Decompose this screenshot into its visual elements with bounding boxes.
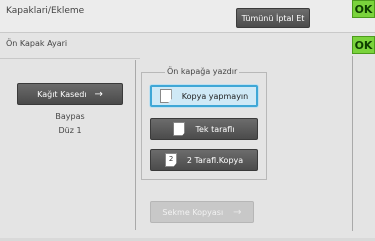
blank-page-icon [159,89,172,103]
section-title: Ön Kapak Ayari [6,39,68,48]
option-single-sided[interactable]: Tek taraflı [150,118,258,140]
divider [352,56,353,231]
option-duplex[interactable]: 2 2 Tarafl.Kopya [150,149,258,171]
arrow-right-icon: → [233,206,242,218]
option-label: Kopya yapmayın [181,91,249,101]
option-no-copy[interactable]: Kopya yapmayın [150,85,258,107]
tab-copy-label: Sekme Kopyası [162,207,224,217]
header-bar: Kapaklari/Ekleme Tümünü İptal Et OK [0,0,375,33]
paper-tray-button[interactable]: Kağıt Kasedı → [17,83,123,105]
tab-copy-button[interactable]: Sekme Kopyası → [150,201,254,223]
divider [135,60,136,230]
divider [0,58,140,59]
option-label: 2 Tarafl.Kopya [186,155,244,165]
single-sided-page-icon [173,122,186,136]
paper-tray-label: Kağıt Kasedı [37,89,87,99]
option-label: Tek taraflı [195,124,235,134]
ok-button-panel[interactable]: OK [352,36,375,54]
print-option-group-label: Ön kapağa yazdır [165,67,240,76]
cancel-all-button[interactable]: Tümünü İptal Et [236,8,310,28]
arrow-right-icon: → [94,88,103,100]
tray-source-label: Baypas [55,112,85,121]
ok-button-header[interactable]: OK [352,0,375,18]
page-title: Kapaklari/Ekleme [6,6,85,16]
paper-type-label: Düz 1 [58,126,82,135]
duplex-page-icon: 2 [164,153,177,167]
